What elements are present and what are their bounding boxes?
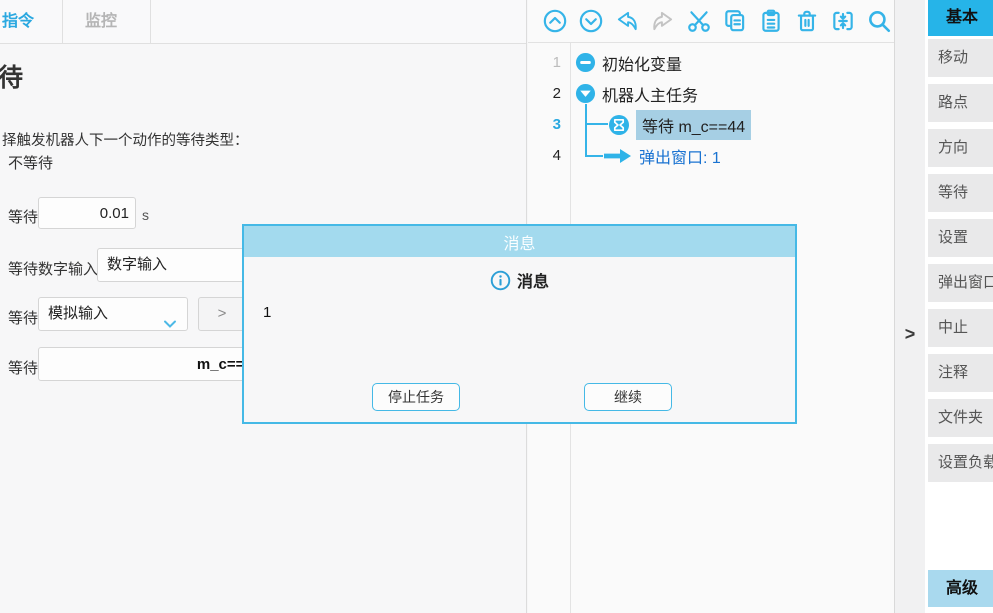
search-icon[interactable] bbox=[866, 8, 892, 34]
dialog-title: 消息 bbox=[503, 230, 535, 254]
wait-analog-select[interactable]: 模拟输入 bbox=[38, 297, 188, 331]
tree-row-main-task[interactable]: 2 机器人主任务 bbox=[528, 78, 894, 109]
tree-row-popup[interactable]: 4 弹出窗口: 1 bbox=[528, 140, 894, 171]
sidebar-item-move[interactable]: 移动 bbox=[928, 39, 993, 77]
panel-expand-strip: > bbox=[895, 0, 925, 613]
wait-analog-value: 模拟输入 bbox=[48, 305, 108, 322]
wait-digital-label: 等待数字输入 bbox=[8, 258, 98, 279]
robot-teach-pendant-screen: 指令 监控 待 择触发机器人下一个动作的等待类型： 不等待 等待 s 等待数字输… bbox=[0, 0, 993, 613]
dialog-header-text: 消息 bbox=[517, 268, 549, 292]
paste-icon[interactable] bbox=[758, 8, 784, 34]
tree-row-wait[interactable]: 3 等待 m_c==44 bbox=[528, 109, 894, 140]
sidebar-item-wait[interactable]: 等待 bbox=[928, 174, 993, 212]
wait-time-unit: s bbox=[142, 207, 149, 223]
tab-separator bbox=[150, 0, 151, 44]
info-icon bbox=[490, 270, 511, 291]
wait-analog-label: 等待 bbox=[8, 307, 38, 328]
wait-time-input[interactable] bbox=[38, 197, 136, 229]
undo-icon[interactable] bbox=[614, 8, 640, 34]
command-sidebar: 基本 移动 路点 方向 等待 设置 弹出窗口 中止 注释 文件夹 设置负载 高级 bbox=[925, 0, 993, 613]
tab-instruction[interactable]: 指令 bbox=[2, 0, 34, 44]
option-no-wait[interactable]: 不等待 bbox=[8, 152, 53, 173]
line-number: 2 bbox=[528, 85, 570, 102]
redo-icon[interactable] bbox=[650, 8, 676, 34]
tree-row-init-vars[interactable]: 1 初始化变量 bbox=[528, 47, 894, 78]
sidebar-item-waypoint[interactable]: 路点 bbox=[928, 84, 993, 122]
delete-icon[interactable] bbox=[794, 8, 820, 34]
dialog-message: 1 bbox=[263, 304, 271, 321]
tree-node-label: 弹出窗口: 1 bbox=[639, 144, 721, 168]
wait-analog-operator-select[interactable]: > bbox=[198, 297, 246, 331]
tree-node-label: 等待 m_c==44 bbox=[636, 110, 751, 140]
sidebar-item-comment[interactable]: 注释 bbox=[928, 354, 993, 392]
collapse-icon[interactable] bbox=[830, 8, 856, 34]
minus-circle-icon bbox=[575, 52, 596, 73]
tab-monitor[interactable]: 监控 bbox=[85, 0, 117, 44]
tree-toolbar bbox=[528, 0, 894, 43]
line-number: 1 bbox=[528, 54, 570, 71]
chevron-right-icon: > bbox=[905, 324, 916, 345]
wait-expression-label: 等待 bbox=[8, 357, 38, 378]
sidebar-item-set[interactable]: 设置 bbox=[928, 219, 993, 257]
line-number: 4 bbox=[528, 147, 570, 164]
chevron-down-icon bbox=[163, 309, 177, 341]
hourglass-circle-icon bbox=[608, 114, 630, 136]
cut-icon[interactable] bbox=[686, 8, 712, 34]
sidebar-item-direction[interactable]: 方向 bbox=[928, 129, 993, 167]
sidebar-item-popup[interactable]: 弹出窗口 bbox=[928, 264, 993, 302]
sidebar-item-folder[interactable]: 文件夹 bbox=[928, 399, 993, 437]
move-down-icon[interactable] bbox=[578, 8, 604, 34]
expand-panel-button[interactable]: > bbox=[900, 320, 920, 348]
wait-type-description: 择触发机器人下一个动作的等待类型： bbox=[2, 129, 249, 150]
message-dialog: 消息 消息 1 停止任务 继续 bbox=[242, 224, 797, 424]
line-number: 3 bbox=[528, 116, 570, 133]
triangle-down-circle-icon bbox=[575, 83, 596, 104]
tab-separator bbox=[62, 0, 63, 44]
dialog-titlebar: 消息 bbox=[244, 226, 795, 257]
arrow-right-icon bbox=[603, 148, 633, 164]
tree-node-label: 初始化变量 bbox=[602, 51, 682, 75]
continue-button[interactable]: 继续 bbox=[584, 383, 672, 411]
wait-time-label: 等待 bbox=[8, 206, 38, 227]
tab-bar: 指令 监控 bbox=[0, 0, 526, 44]
tab-advanced[interactable]: 高级 bbox=[928, 570, 993, 607]
sidebar-item-payload[interactable]: 设置负载 bbox=[928, 444, 993, 482]
sidebar-item-abort[interactable]: 中止 bbox=[928, 309, 993, 347]
stop-task-button[interactable]: 停止任务 bbox=[372, 383, 460, 411]
tree-node-label: 机器人主任务 bbox=[602, 82, 698, 106]
move-up-icon[interactable] bbox=[542, 8, 568, 34]
tab-basic[interactable]: 基本 bbox=[928, 0, 993, 36]
program-tree: 1 初始化变量 2 机器人主任务 3 等待 m_c==44 bbox=[528, 47, 894, 171]
dialog-header: 消息 bbox=[244, 268, 795, 292]
copy-icon[interactable] bbox=[722, 8, 748, 34]
page-title: 待 bbox=[0, 58, 23, 94]
